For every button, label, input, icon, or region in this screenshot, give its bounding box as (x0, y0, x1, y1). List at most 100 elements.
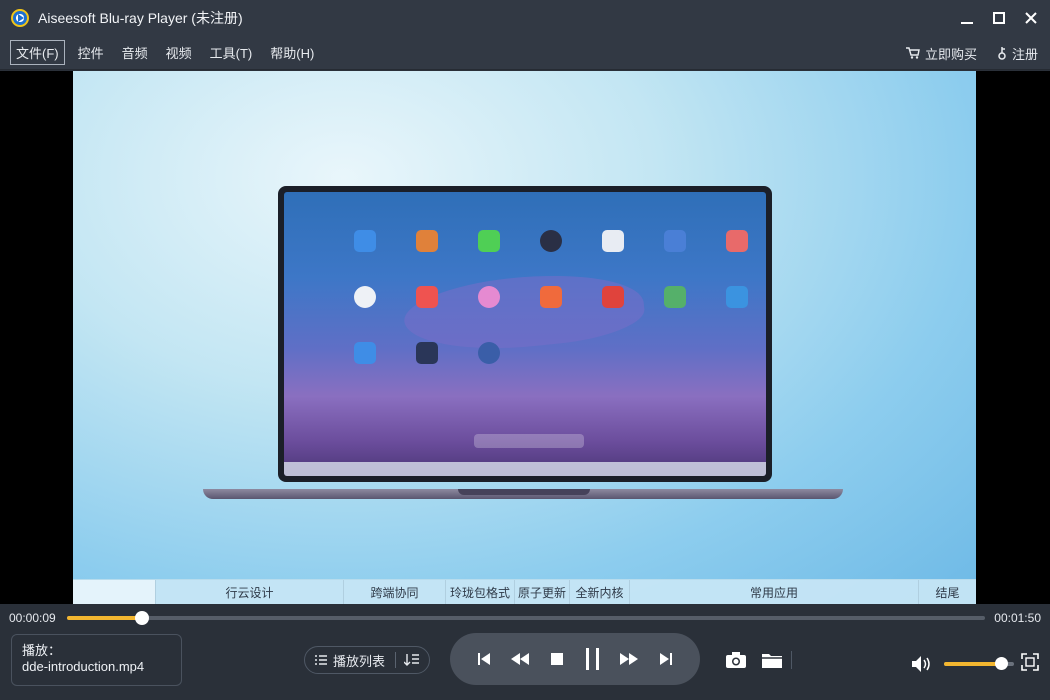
menu-video[interactable]: 视频 (161, 41, 197, 64)
mute-button[interactable] (910, 652, 934, 676)
volume-thumb[interactable] (994, 657, 1008, 670)
chapter-item[interactable]: 常用应用 (630, 580, 919, 604)
playlist-control: 播放列表 (304, 646, 430, 674)
sort-icon (404, 654, 420, 666)
chapter-item[interactable]: 结尾 (919, 580, 976, 604)
app-icon (354, 286, 376, 308)
stop-icon (550, 653, 563, 665)
video-frame (73, 71, 976, 604)
app-icon (354, 342, 376, 364)
menu-right-group: 立即购买 注册 (905, 36, 1038, 70)
register-button[interactable]: 注册 (997, 44, 1038, 63)
progress-row: 00:00:09 00:01:50 (0, 604, 1050, 632)
app-icon-grid (334, 230, 766, 364)
window-title: Aiseesoft Blu-ray Player (未注册) (38, 10, 243, 26)
minimize-button[interactable] (958, 9, 976, 27)
volume-control (910, 652, 1014, 676)
chapter-item[interactable]: 玲珑包格式 (446, 580, 515, 604)
desktop-screenshot (284, 192, 766, 476)
list-icon (315, 655, 327, 665)
chapter-item[interactable]: 跨端协同 (344, 580, 446, 604)
laptop-image (278, 186, 772, 482)
close-icon (1025, 12, 1037, 24)
chapter-item[interactable]: 全新内核 (570, 580, 630, 604)
snapshot-button[interactable] (724, 648, 748, 672)
chapter-item[interactable]: 原子更新 (515, 580, 570, 604)
buy-now-label: 立即购买 (924, 46, 977, 62)
app-icon (664, 230, 686, 252)
app-icon (540, 230, 562, 252)
rewind-icon (511, 653, 530, 665)
menu-audio[interactable]: 音频 (117, 41, 153, 64)
menu-help[interactable]: 帮助(H) (265, 41, 319, 64)
rewind-button[interactable] (508, 647, 532, 671)
volume-slider[interactable] (944, 657, 1014, 670)
play-order-button[interactable] (396, 647, 428, 673)
key-icon (998, 47, 1006, 60)
next-button[interactable] (654, 647, 678, 671)
tool-divider (791, 651, 792, 669)
previous-button[interactable] (472, 647, 496, 671)
now-playing-box: 播放： dde-introduction.mp4 (11, 634, 182, 686)
window-controls (958, 0, 1040, 36)
app-icon (478, 230, 500, 252)
now-playing-file: dde-introduction.mp4 (22, 659, 145, 674)
current-time: 00:00:09 (9, 611, 56, 625)
volume-fill (944, 662, 1001, 666)
app-icon (602, 286, 624, 308)
control-bar: 播放： dde-introduction.mp4 播放列表 (0, 632, 1050, 700)
chapter-item[interactable] (73, 580, 156, 604)
seek-bar-thumb[interactable] (135, 611, 150, 625)
register-label: 注册 (1011, 46, 1038, 62)
app-icon (416, 286, 438, 308)
minimize-icon (961, 22, 973, 24)
fullscreen-button[interactable] (1021, 653, 1039, 671)
folder-icon (762, 654, 782, 668)
maximize-button[interactable] (990, 9, 1008, 27)
video-area[interactable]: 行云设计 跨端协同 玲珑包格式 原子更新 全新内核 常用应用 结尾 (0, 71, 1050, 604)
desktop-dock (284, 462, 766, 476)
app-icon (726, 230, 748, 252)
app-icon (726, 286, 748, 308)
fast-forward-icon (620, 653, 639, 665)
menu-bar: 文件(F) 控件 音频 视频 工具(T) 帮助(H) 立即购买 注册 (0, 36, 1050, 70)
app-logo-icon (11, 9, 29, 27)
chapter-bar: 行云设计 跨端协同 玲珑包格式 原子更新 全新内核 常用应用 结尾 (73, 579, 976, 604)
now-playing-label: 播放： (22, 643, 62, 658)
app-icon (540, 286, 562, 308)
buy-now-button[interactable]: 立即购买 (905, 44, 977, 63)
menu-file[interactable]: 文件(F) (10, 40, 65, 65)
app-icon (354, 230, 376, 252)
camera-icon (726, 652, 746, 668)
app-icon (602, 230, 624, 252)
fast-forward-button[interactable] (617, 647, 641, 671)
app-icon (416, 230, 438, 252)
app-icon (416, 342, 438, 364)
menu-tools[interactable]: 工具(T) (205, 41, 258, 64)
speaker-icon (912, 656, 930, 672)
skip-next-icon (659, 653, 672, 665)
playlist-label: 播放列表 (333, 653, 386, 669)
total-time: 00:01:50 (994, 611, 1041, 625)
seek-bar[interactable] (67, 611, 985, 625)
chapter-item[interactable]: 行云设计 (156, 580, 344, 604)
pause-button[interactable] (581, 647, 605, 671)
pause-icon (586, 648, 600, 670)
laptop-notch (458, 489, 590, 495)
transport-controls (450, 633, 700, 685)
title-bar: Aiseesoft Blu-ray Player (未注册) (0, 0, 1050, 36)
app-icon (478, 286, 500, 308)
menu-controls[interactable]: 控件 (73, 41, 109, 64)
stop-button[interactable] (545, 647, 569, 671)
open-folder-button[interactable] (760, 648, 784, 672)
seek-bar-fill (67, 616, 143, 620)
maximize-icon (993, 12, 1005, 24)
playlist-button[interactable]: 播放列表 (305, 647, 395, 673)
tool-icons (724, 648, 784, 672)
app-icon (664, 286, 686, 308)
launcher-search (474, 434, 584, 448)
cart-icon (905, 47, 920, 59)
app-icon (478, 342, 500, 364)
close-button[interactable] (1022, 9, 1040, 27)
fullscreen-icon (1021, 653, 1039, 671)
